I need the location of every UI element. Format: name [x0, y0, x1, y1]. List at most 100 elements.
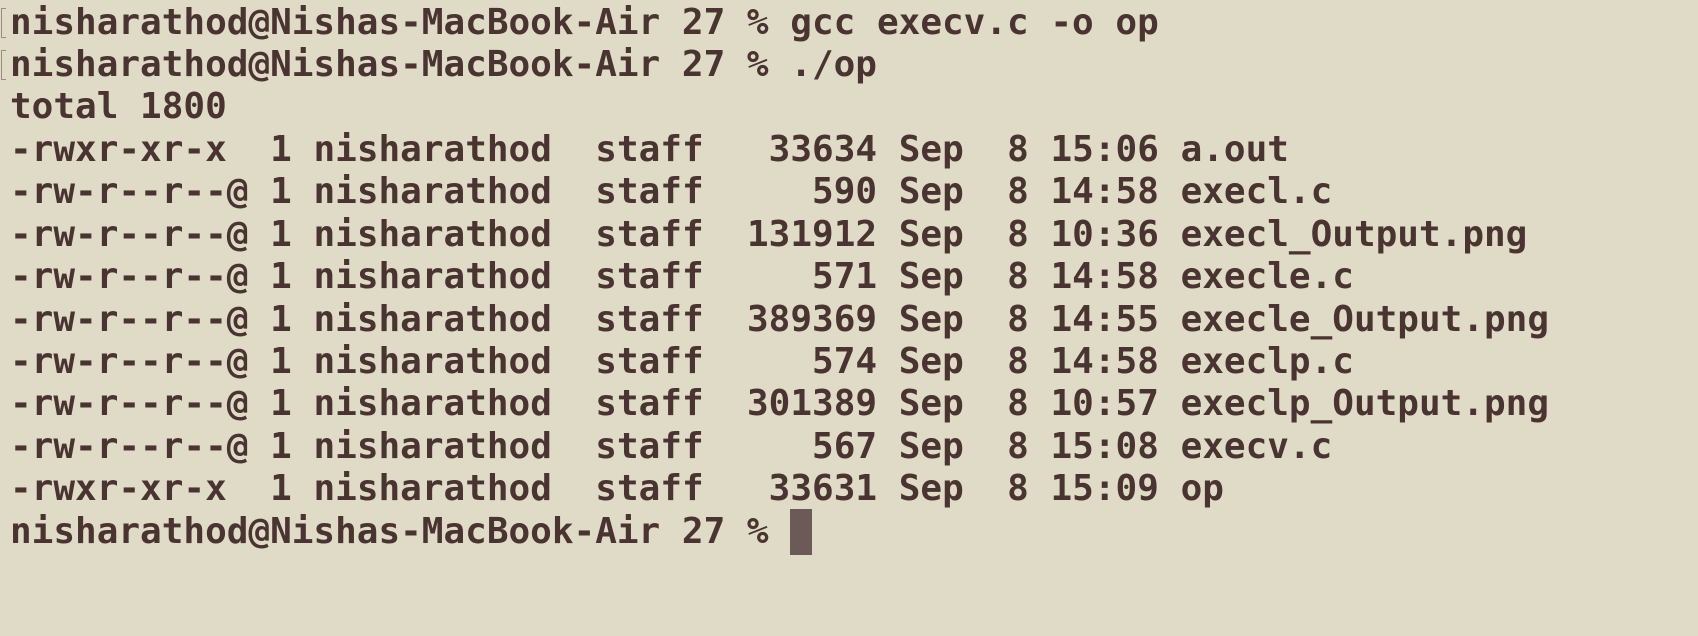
file-link-count: 1 — [270, 298, 292, 340]
file-name: execle_Output.png — [1180, 298, 1550, 340]
file-time: 14:58 — [1050, 341, 1159, 382]
file-time: 14:58 — [1050, 256, 1159, 298]
listing-row: -rw-r--r--@ 1 nisharathod staff 590 Sep … — [10, 169, 1332, 215]
file-owner: nisharathod — [313, 129, 552, 170]
file-day: 8 — [985, 383, 1029, 425]
file-permissions: -rw-r--r--@ — [10, 341, 249, 382]
file-day: 8 — [985, 256, 1029, 298]
command-mark-2 — [1, 50, 6, 80]
file-owner: nisharathod — [313, 298, 552, 340]
file-size: 389369 — [747, 298, 878, 340]
file-month: Sep — [898, 256, 964, 298]
current-prompt-line[interactable]: nisharathod@Nishas-MacBook-Air 27 % — [10, 509, 813, 555]
file-month: Sep — [898, 129, 964, 170]
file-group: staff — [595, 256, 704, 298]
file-name: execlp.c — [1180, 341, 1354, 382]
file-owner: nisharathod — [313, 383, 552, 425]
prompt-current: nisharathod@Nishas-MacBook-Air 27 % — [10, 511, 769, 552]
file-name: execlp_Output.png — [1180, 383, 1550, 425]
prompt-1: nisharathod@Nishas-MacBook-Air 27 % — [10, 2, 769, 43]
file-link-count: 1 — [270, 129, 292, 170]
file-group: staff — [595, 129, 704, 170]
file-link-count: 1 — [270, 425, 292, 467]
file-time: 10:36 — [1050, 213, 1159, 255]
listing-row: -rwxr-xr-x 1 nisharathod staff 33634 Sep… — [10, 127, 1289, 173]
file-group: staff — [595, 341, 704, 382]
file-permissions: -rw-r--r--@ — [10, 213, 249, 255]
file-day: 8 — [985, 341, 1029, 382]
file-link-count: 1 — [270, 383, 292, 425]
file-day: 8 — [985, 298, 1029, 340]
file-link-count: 1 — [270, 256, 292, 298]
file-name: execle.c — [1180, 256, 1354, 298]
file-month: Sep — [898, 171, 964, 213]
file-name: execl_Output.png — [1180, 213, 1528, 255]
file-permissions: -rw-r--r--@ — [10, 425, 249, 467]
file-size: 567 — [747, 425, 878, 467]
command-1: gcc execv.c -o op — [790, 2, 1159, 43]
file-month: Sep — [898, 383, 964, 425]
file-day: 8 — [985, 425, 1029, 467]
file-day: 8 — [985, 213, 1029, 255]
file-link-count: 1 — [270, 468, 292, 510]
listing-row: -rw-r--r--@ 1 nisharathod staff 301389 S… — [10, 381, 1549, 427]
file-time: 14:58 — [1050, 171, 1159, 213]
file-owner: nisharathod — [313, 468, 552, 510]
command-mark-1 — [1, 8, 6, 38]
file-size: 33634 — [747, 129, 878, 170]
file-link-count: 1 — [270, 213, 292, 255]
file-group: staff — [595, 383, 704, 425]
file-time: 15:09 — [1050, 468, 1159, 510]
text-cursor[interactable] — [790, 509, 813, 555]
file-size: 301389 — [747, 383, 878, 425]
file-name: execv.c — [1180, 425, 1333, 467]
file-time: 15:08 — [1050, 425, 1159, 467]
listing-row: -rwxr-xr-x 1 nisharathod staff 33631 Sep… — [10, 466, 1224, 512]
file-month: Sep — [898, 468, 964, 510]
command-2: ./op — [790, 44, 877, 85]
command-line-1: nisharathod@Nishas-MacBook-Air 27 % gcc … — [10, 0, 1159, 46]
file-month: Sep — [898, 213, 964, 255]
file-link-count: 1 — [270, 341, 292, 382]
file-permissions: -rw-r--r--@ — [10, 383, 249, 425]
file-size: 571 — [747, 256, 878, 298]
listing-row: -rw-r--r--@ 1 nisharathod staff 574 Sep … — [10, 339, 1354, 385]
file-permissions: -rw-r--r--@ — [10, 171, 249, 213]
file-group: staff — [595, 171, 704, 213]
file-group: staff — [595, 213, 704, 255]
file-owner: nisharathod — [313, 213, 552, 255]
file-group: staff — [595, 298, 704, 340]
file-size: 131912 — [747, 213, 878, 255]
file-day: 8 — [985, 129, 1029, 170]
total-line: total 1800 — [10, 86, 227, 127]
listing-row: -rw-r--r--@ 1 nisharathod staff 571 Sep … — [10, 254, 1354, 300]
command-line-2: nisharathod@Nishas-MacBook-Air 27 % ./op — [10, 42, 877, 88]
file-permissions: -rw-r--r--@ — [10, 256, 249, 298]
file-name: execl.c — [1180, 171, 1333, 213]
file-month: Sep — [898, 298, 964, 340]
file-permissions: -rwxr-xr-x — [10, 468, 249, 510]
file-size: 33631 — [747, 468, 878, 510]
file-group: staff — [595, 425, 704, 467]
terminal-window[interactable]: nisharathod@Nishas-MacBook-Air 27 % gcc … — [0, 0, 1698, 636]
file-owner: nisharathod — [313, 256, 552, 298]
file-name: a.out — [1180, 129, 1289, 170]
file-month: Sep — [898, 425, 964, 467]
file-permissions: -rwxr-xr-x — [10, 129, 249, 170]
file-month: Sep — [898, 341, 964, 382]
file-owner: nisharathod — [313, 171, 552, 213]
file-time: 15:06 — [1050, 129, 1159, 170]
file-owner: nisharathod — [313, 341, 552, 382]
listing-row: -rw-r--r--@ 1 nisharathod staff 131912 S… — [10, 212, 1527, 258]
file-owner: nisharathod — [313, 425, 552, 467]
file-link-count: 1 — [270, 171, 292, 213]
file-name: op — [1180, 468, 1224, 510]
file-day: 8 — [985, 468, 1029, 510]
file-size: 574 — [747, 341, 878, 382]
file-day: 8 — [985, 171, 1029, 213]
file-group: staff — [595, 468, 704, 510]
listing-row: -rw-r--r--@ 1 nisharathod staff 567 Sep … — [10, 424, 1332, 470]
file-time: 10:57 — [1050, 383, 1159, 425]
file-permissions: -rw-r--r--@ — [10, 298, 249, 340]
prompt-2: nisharathod@Nishas-MacBook-Air 27 % — [10, 44, 769, 85]
